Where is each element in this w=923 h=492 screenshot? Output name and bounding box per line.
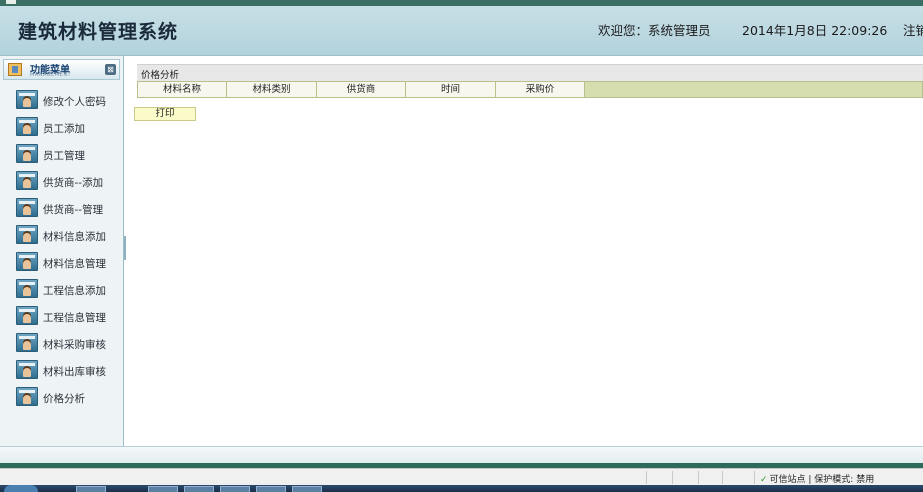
sidebar-item-add-supplier[interactable]: 供货商--添加 bbox=[16, 171, 120, 193]
sidebar-item-manage-employee[interactable]: 员工管理 bbox=[16, 144, 120, 166]
taskbar-button[interactable] bbox=[148, 486, 178, 492]
user-card-icon bbox=[16, 252, 38, 271]
collapse-icon[interactable]: ⊠ bbox=[105, 64, 116, 75]
column-header-material-name: 材料名称 bbox=[138, 82, 227, 97]
sidebar-item-manage-material[interactable]: 材料信息管理 bbox=[16, 252, 120, 274]
sidebar-item-change-password[interactable]: 修改个人密码 bbox=[16, 90, 120, 112]
taskbar-button[interactable] bbox=[256, 486, 286, 492]
user-card-icon bbox=[16, 306, 38, 325]
app-title: 建筑材料管理系统 bbox=[18, 21, 179, 43]
sidebar-item-label: 价格分析 bbox=[43, 393, 85, 405]
sidebar-item-add-employee[interactable]: 员工添加 bbox=[16, 117, 120, 139]
sidebar-item-manage-project[interactable]: 工程信息管理 bbox=[16, 306, 120, 328]
sidebar-item-label: 材料采购审核 bbox=[43, 339, 106, 351]
user-card-icon bbox=[16, 225, 38, 244]
user-card-icon bbox=[16, 117, 38, 136]
column-header-supplier: 供货商 bbox=[317, 82, 406, 97]
sidebar-item-label: 材料信息管理 bbox=[43, 258, 106, 270]
user-card-icon bbox=[16, 279, 38, 298]
user-card-icon bbox=[16, 387, 38, 406]
column-header-material-category: 材料类别 bbox=[227, 82, 317, 97]
taskbar-button[interactable] bbox=[76, 486, 106, 492]
sidebar-item-outbound-review[interactable]: 材料出库审核 bbox=[16, 360, 120, 382]
status-divider bbox=[646, 471, 647, 484]
sidebar-item-manage-supplier[interactable]: 供货商--管理 bbox=[16, 198, 120, 220]
app-header: 建筑材料管理系统 欢迎您：系统管理员 2014年1月8日 22:09:26 注销 bbox=[0, 6, 923, 56]
menu-icon bbox=[8, 63, 22, 76]
user-card-icon bbox=[16, 171, 38, 190]
window-icon bbox=[6, 0, 16, 4]
user-card-icon bbox=[16, 198, 38, 217]
sidebar-item-label: 工程信息管理 bbox=[43, 312, 106, 324]
user-card-icon bbox=[16, 90, 38, 109]
status-divider bbox=[722, 471, 723, 484]
sidebar-item-price-analysis[interactable]: 价格分析 bbox=[16, 387, 120, 409]
print-button[interactable]: 打印 bbox=[134, 107, 196, 121]
taskbar-button[interactable] bbox=[292, 486, 322, 492]
user-card-icon bbox=[16, 360, 38, 379]
datetime-text: 2014年1月8日 22:09:26 bbox=[742, 23, 888, 38]
sidebar-item-label: 供货商--管理 bbox=[43, 204, 104, 216]
column-header-time: 时间 bbox=[406, 82, 496, 97]
sidebar-item-label: 材料信息添加 bbox=[43, 231, 106, 243]
welcome-text: 欢迎您：系统管理员 bbox=[598, 23, 711, 38]
user-card-icon bbox=[16, 333, 38, 352]
sidebar-item-label: 材料出库审核 bbox=[43, 366, 106, 378]
trusted-zone-text: 可信站点 | 保护模式: 禁用 bbox=[769, 475, 875, 485]
status-divider bbox=[672, 471, 673, 484]
column-header-purchase-price: 采购价 bbox=[496, 82, 585, 97]
trusted-zone-status[interactable]: ✓ 可信站点 | 保护模式: 禁用 bbox=[760, 472, 874, 485]
sidebar-header: 功能菜单 MANAGEMENT ⊠ bbox=[3, 59, 120, 80]
sidebar-item-add-material[interactable]: 材料信息添加 bbox=[16, 225, 120, 247]
table-header-row: 材料名称 材料类别 供货商 时间 采购价 bbox=[137, 81, 923, 98]
checkmark-icon: ✓ bbox=[760, 475, 768, 485]
panel-header: 价格分析 bbox=[137, 64, 923, 81]
browser-status-bar: ✓ 可信站点 | 保护模式: 禁用 bbox=[0, 468, 923, 485]
logout-link[interactable]: 注销 bbox=[903, 20, 923, 39]
sidebar-item-label: 工程信息添加 bbox=[43, 285, 106, 297]
status-divider bbox=[754, 471, 755, 484]
user-card-icon bbox=[16, 144, 38, 163]
start-button[interactable] bbox=[4, 485, 38, 492]
sidebar-item-label: 修改个人密码 bbox=[43, 96, 106, 108]
app-footer bbox=[0, 446, 923, 463]
panel-title: 价格分析 bbox=[141, 70, 180, 81]
price-analysis-panel: 价格分析 材料名称 材料类别 供货商 时间 采购价 bbox=[137, 64, 923, 98]
taskbar-button[interactable] bbox=[220, 486, 250, 492]
taskbar-button[interactable] bbox=[184, 486, 214, 492]
main-content: 价格分析 材料名称 材料类别 供货商 时间 采购价 打印 bbox=[126, 56, 923, 446]
sidebar-item-label: 员工添加 bbox=[43, 123, 85, 135]
sidebar-item-label: 员工管理 bbox=[43, 150, 85, 162]
os-taskbar bbox=[0, 485, 923, 492]
sidebar-item-label: 供货商--添加 bbox=[43, 177, 104, 189]
sidebar-subtitle: MANAGEMENT bbox=[30, 72, 72, 78]
sidebar-item-purchase-review[interactable]: 材料采购审核 bbox=[16, 333, 120, 355]
sidebar-item-add-project[interactable]: 工程信息添加 bbox=[16, 279, 120, 301]
status-divider bbox=[698, 471, 699, 484]
sidebar: 功能菜单 MANAGEMENT ⊠ 修改个人密码 员工添加 员工管理 供货商--… bbox=[0, 56, 124, 446]
